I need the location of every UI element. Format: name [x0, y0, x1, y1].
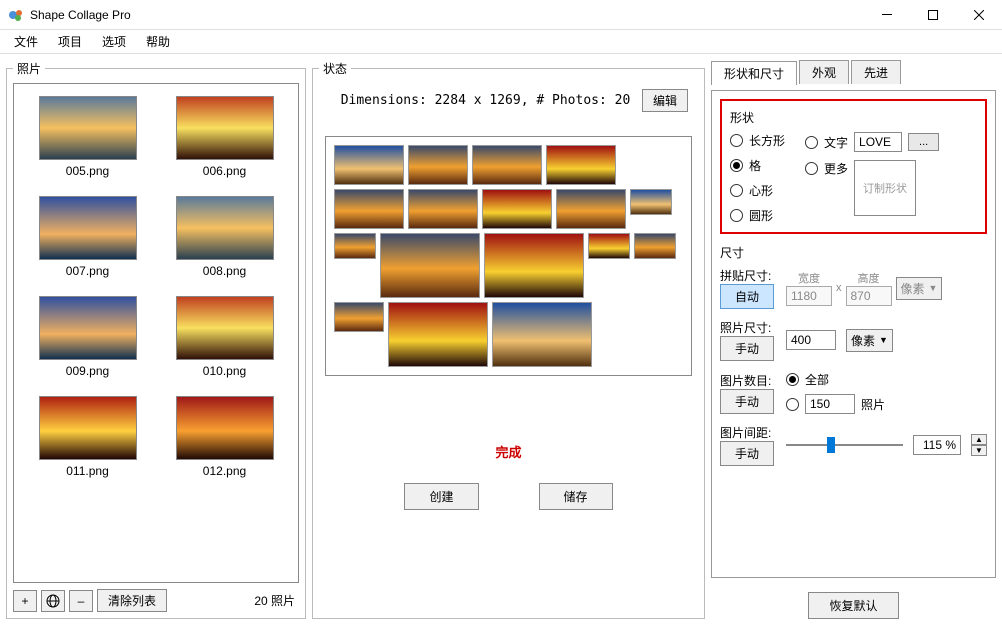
- shape-text-radio[interactable]: 文字: [805, 134, 848, 151]
- window-controls: [864, 0, 1002, 30]
- settings-panel: 形状和尺寸 外观 先进 形状 长方形 格 心形 圆形 文字: [711, 60, 996, 619]
- edit-button[interactable]: 编辑: [642, 89, 688, 112]
- web-photo-button[interactable]: [41, 590, 65, 612]
- photo-size-input[interactable]: [786, 330, 836, 350]
- photo-count-label: 图片数目:: [720, 372, 776, 389]
- remove-photo-button[interactable]: –: [69, 590, 93, 612]
- custom-shape-box[interactable]: 订制形状: [854, 160, 916, 216]
- collage-width-input[interactable]: [786, 286, 832, 306]
- restore-defaults-button[interactable]: 恢复默认: [808, 592, 898, 619]
- photo-caption: 005.png: [26, 164, 149, 178]
- shape-section: 形状 长方形 格 心形 圆形 文字 ...: [720, 99, 987, 234]
- menubar: 文件 项目 选项 帮助: [0, 30, 1002, 54]
- photo-thumb[interactable]: [39, 196, 137, 260]
- titlebar: Shape Collage Pro: [0, 0, 1002, 30]
- spacing-manual-button[interactable]: 手动: [720, 441, 774, 466]
- photo-size-label: 照片尺寸:: [720, 319, 776, 336]
- collage-preview[interactable]: [325, 136, 692, 376]
- photo-grid[interactable]: 005.png 006.png 007.png 008.png 009.png …: [13, 83, 299, 583]
- photo-caption: 008.png: [163, 264, 286, 278]
- menu-help[interactable]: 帮助: [138, 31, 178, 52]
- status-legend: 状态: [319, 60, 351, 77]
- tab-appearance[interactable]: 外观: [799, 60, 849, 84]
- photo-thumb[interactable]: [176, 296, 274, 360]
- menu-options[interactable]: 选项: [94, 31, 134, 52]
- tab-shape-size[interactable]: 形状和尺寸: [711, 61, 797, 85]
- photo-caption: 012.png: [163, 464, 286, 478]
- photo-thumb[interactable]: [176, 396, 274, 460]
- minimize-button[interactable]: [864, 0, 910, 30]
- create-button[interactable]: 创建: [404, 483, 478, 510]
- spacing-value: 115 %: [913, 435, 961, 455]
- photo-thumb[interactable]: [39, 396, 137, 460]
- settings-tabs: 形状和尺寸 外观 先进: [711, 60, 996, 84]
- maximize-button[interactable]: [910, 0, 956, 30]
- photo-size-unit-select[interactable]: 像素▼: [846, 329, 893, 352]
- photo-caption: 007.png: [26, 264, 149, 278]
- spacing-up-button[interactable]: ▲: [971, 434, 987, 445]
- close-button[interactable]: [956, 0, 1002, 30]
- shape-more-radio[interactable]: 更多: [805, 160, 848, 177]
- shape-circle-radio[interactable]: 圆形: [730, 207, 785, 224]
- shape-text-browse-button[interactable]: ...: [908, 133, 939, 151]
- photo-thumb[interactable]: [176, 196, 274, 260]
- save-button[interactable]: 储存: [539, 483, 613, 510]
- photo-count-input[interactable]: [805, 394, 855, 414]
- collage-size-auto-button[interactable]: 自动: [720, 284, 774, 309]
- add-photo-button[interactable]: +: [13, 590, 37, 612]
- photos-panel: 照片 005.png 006.png 007.png 008.png 009.p…: [6, 60, 306, 619]
- photo-count-number-radio[interactable]: 照片: [786, 394, 885, 414]
- size-title: 尺寸: [720, 244, 987, 261]
- status-done-text: 完成: [319, 382, 698, 471]
- shape-title: 形状: [730, 109, 977, 126]
- photo-caption: 009.png: [26, 364, 149, 378]
- spacing-slider-thumb[interactable]: [827, 437, 835, 453]
- clear-list-button[interactable]: 清除列表: [97, 589, 167, 612]
- dimensions-text: Dimensions: 2284 x 1269, # Photos: 20: [329, 93, 642, 108]
- tab-advanced[interactable]: 先进: [851, 60, 901, 84]
- app-icon: [8, 7, 24, 23]
- menu-project[interactable]: 项目: [50, 31, 90, 52]
- photo-caption: 011.png: [26, 464, 149, 478]
- photo-count-text: 20 照片: [254, 592, 295, 609]
- photo-thumb[interactable]: [39, 296, 137, 360]
- collage-size-label: 拼贴尺寸:: [720, 267, 776, 284]
- photo-caption: 006.png: [163, 164, 286, 178]
- menu-file[interactable]: 文件: [6, 31, 46, 52]
- spacing-label: 图片间距:: [720, 424, 776, 441]
- photos-legend: 照片: [13, 60, 45, 77]
- photo-thumb[interactable]: [39, 96, 137, 160]
- collage-height-input[interactable]: [846, 286, 892, 306]
- collage-unit-select[interactable]: 像素▼: [896, 277, 943, 300]
- shape-text-input[interactable]: [854, 132, 902, 152]
- globe-icon: [46, 594, 60, 608]
- shape-grid-radio[interactable]: 格: [730, 157, 785, 174]
- status-panel: 状态 Dimensions: 2284 x 1269, # Photos: 20…: [312, 60, 705, 619]
- photo-caption: 010.png: [163, 364, 286, 378]
- spacing-slider[interactable]: [786, 436, 903, 454]
- spacing-down-button[interactable]: ▼: [971, 445, 987, 456]
- photo-thumb[interactable]: [176, 96, 274, 160]
- shape-heart-radio[interactable]: 心形: [730, 182, 785, 199]
- photo-count-all-radio[interactable]: 全部: [786, 371, 885, 388]
- window-title: Shape Collage Pro: [30, 8, 864, 22]
- size-section: 尺寸 拼贴尺寸: 自动 宽度 x 高度 像素▼ 照片尺寸:: [720, 244, 987, 466]
- photo-count-manual-button[interactable]: 手动: [720, 389, 774, 414]
- photo-size-manual-button[interactable]: 手动: [720, 336, 774, 361]
- shape-rect-radio[interactable]: 长方形: [730, 132, 785, 149]
